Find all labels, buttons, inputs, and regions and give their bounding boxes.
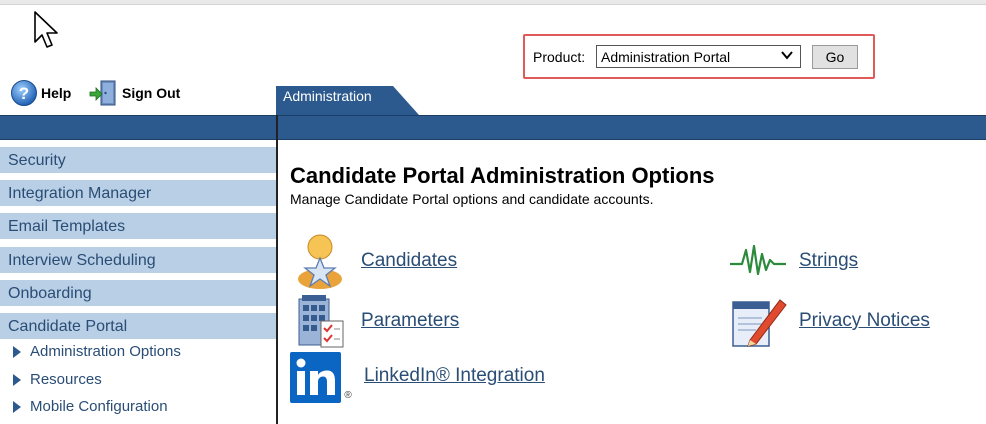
page-subtitle: Manage Candidate Portal options and cand…	[290, 191, 654, 207]
tab-administration-label: Administration	[283, 88, 372, 104]
candidate-star-icon	[298, 234, 342, 289]
document-pen-icon	[732, 299, 787, 347]
sign-out-link[interactable]: Sign Out	[89, 76, 180, 110]
parameters-link[interactable]: Parameters	[361, 310, 459, 332]
svg-text:?: ?	[19, 84, 29, 103]
go-button[interactable]: Go	[812, 45, 858, 69]
mouse-cursor-icon	[34, 11, 58, 48]
sidebar-item-security[interactable]: Security	[0, 147, 276, 173]
candidates-link[interactable]: Candidates	[361, 250, 457, 272]
sign-out-door-icon	[89, 80, 116, 106]
expand-triangle-icon	[13, 345, 21, 358]
sidebar-divider	[276, 115, 278, 424]
sidebar-subitem-mobile-configuration[interactable]: Mobile Configuration	[13, 398, 168, 415]
waveform-icon	[730, 244, 786, 276]
sidebar-subitem-label: Mobile Configuration	[30, 398, 168, 415]
linkedin-integration-link[interactable]: LinkedIn® Integration	[364, 365, 545, 387]
main-header-bar	[278, 115, 986, 140]
help-link[interactable]: ? Help	[10, 76, 71, 110]
sidebar-item-interview-scheduling[interactable]: Interview Scheduling	[0, 247, 276, 273]
sign-out-label: Sign Out	[122, 85, 181, 101]
product-select[interactable]: Administration Portal	[596, 45, 801, 68]
svg-text:®: ®	[344, 390, 352, 401]
product-label: Product:	[533, 49, 586, 65]
sidebar-subitem-label: Administration Options	[30, 343, 181, 360]
linkedin-icon: ®	[290, 352, 352, 403]
sidebar-item-integration-manager[interactable]: Integration Manager	[0, 180, 276, 206]
sidebar-subitem-administration-options[interactable]: Administration Options	[13, 343, 181, 360]
sidebar-subitem-resources[interactable]: Resources	[13, 371, 102, 388]
sidebar-item-onboarding[interactable]: Onboarding	[0, 280, 276, 306]
sidebar-item-email-templates[interactable]: Email Templates	[0, 213, 276, 239]
building-checklist-icon	[298, 295, 344, 348]
sidebar-subitem-label: Resources	[30, 371, 102, 388]
product-select-value: Administration Portal	[601, 49, 731, 65]
chevron-down-icon	[781, 51, 793, 60]
help-label: Help	[41, 85, 72, 101]
expand-triangle-icon	[13, 400, 21, 413]
window-top-border	[0, 0, 986, 5]
sidebar-item-candidate-portal[interactable]: Candidate Portal	[0, 313, 276, 339]
strings-link[interactable]: Strings	[799, 250, 858, 272]
privacy-notices-link[interactable]: Privacy Notices	[799, 310, 930, 332]
page-title: Candidate Portal Administration Options	[290, 163, 715, 188]
sidebar-header-bar	[0, 115, 276, 140]
expand-triangle-icon	[13, 373, 21, 386]
help-icon: ?	[11, 80, 37, 106]
